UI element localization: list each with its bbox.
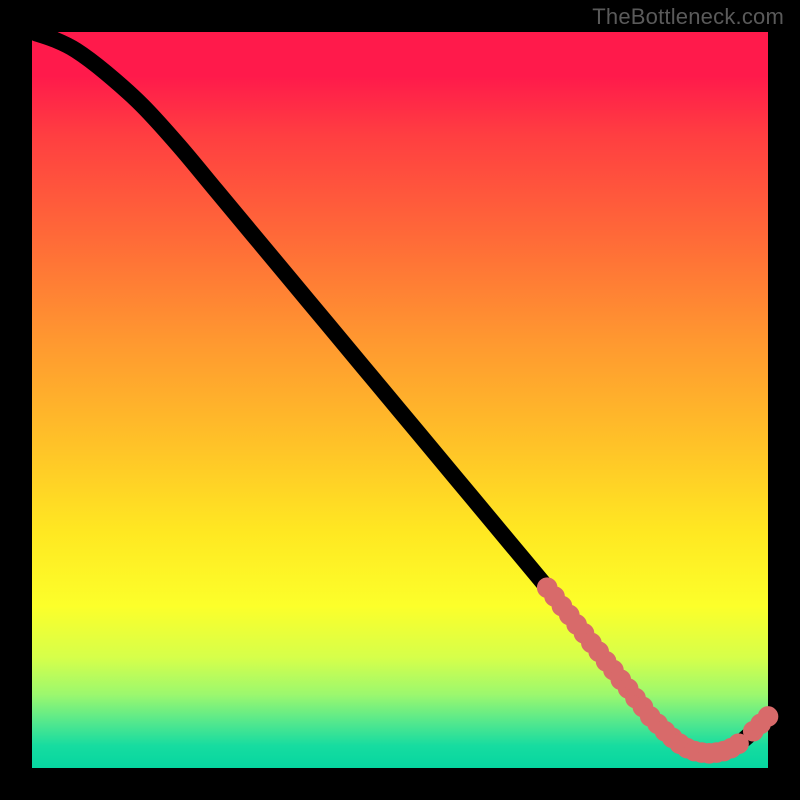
chart-svg xyxy=(32,32,768,768)
marker-dot xyxy=(761,710,774,723)
chart-frame: TheBottleneck.com xyxy=(0,0,800,800)
marker-dot xyxy=(732,737,745,750)
bottleneck-curve xyxy=(32,32,768,753)
watermark-text: TheBottleneck.com xyxy=(592,4,784,30)
plot-area xyxy=(32,32,768,768)
